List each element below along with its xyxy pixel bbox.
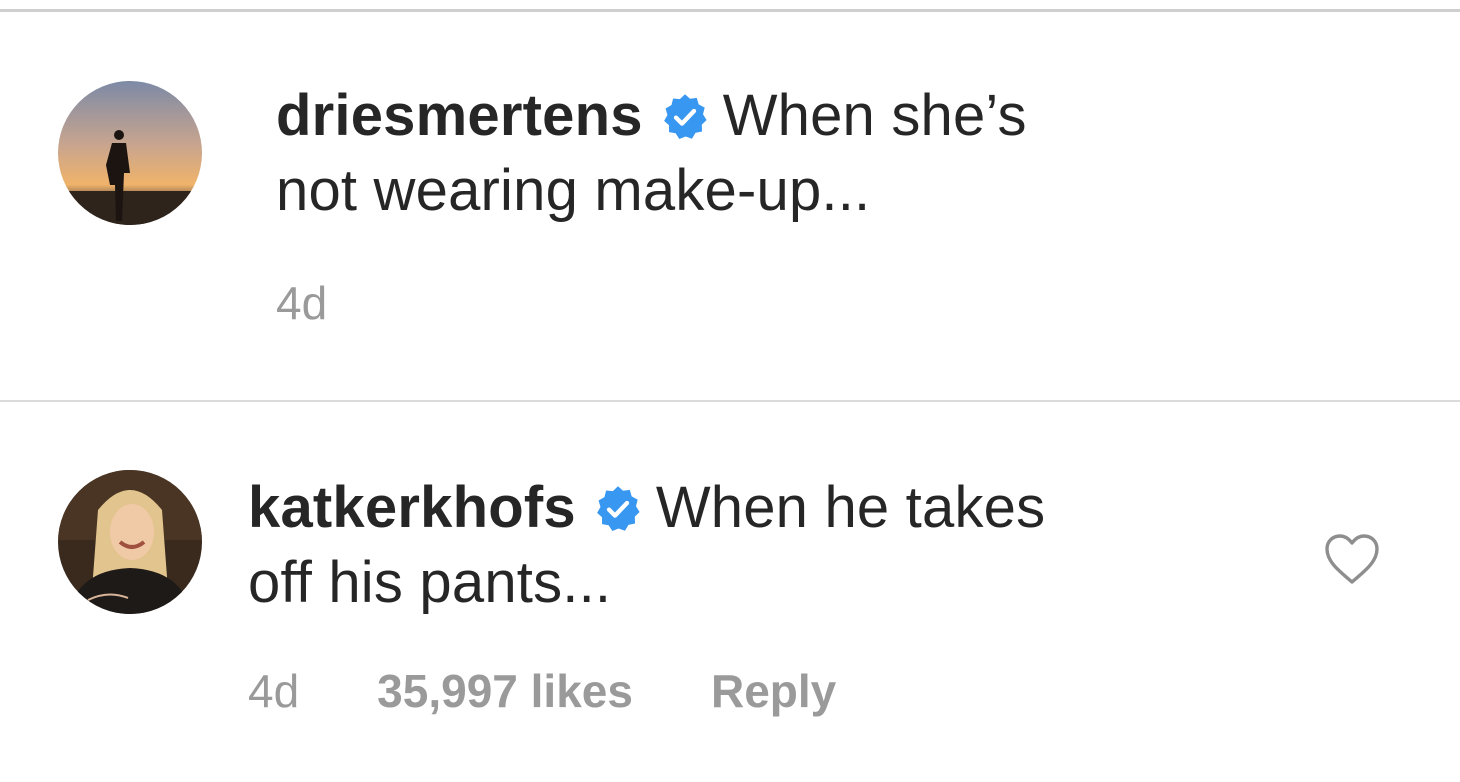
comment-text-line1: When he takes	[655, 475, 1046, 540]
heart-outline-icon[interactable]	[1322, 532, 1382, 586]
verified-badge-icon	[594, 485, 642, 533]
sunset-silhouette-avatar	[58, 81, 202, 225]
comment-item: driesmertens When she’s not wearing make-u…	[0, 12, 1460, 400]
comment-text-line1: When she’s	[722, 83, 1027, 148]
comment-meta: 4d 35,997 likes Reply	[248, 664, 836, 718]
username[interactable]: driesmertens	[276, 83, 643, 148]
comment-text: katkerkhofs When he takes off his pants...	[248, 470, 1045, 620]
comment-text-line2: not wearing make-up...	[276, 158, 871, 223]
user-avatar[interactable]	[58, 470, 202, 614]
woman-laughing-avatar	[58, 470, 202, 614]
timestamp[interactable]: 4d	[276, 277, 327, 329]
user-avatar[interactable]	[58, 81, 202, 225]
verified-badge-icon	[661, 93, 709, 141]
timestamp[interactable]: 4d	[248, 665, 299, 717]
comments-screen: driesmertens When she’s not wearing make-u…	[0, 0, 1460, 782]
reply-button[interactable]: Reply	[711, 665, 836, 717]
username[interactable]: katkerkhofs	[248, 475, 576, 540]
comment-meta: 4d	[276, 276, 327, 330]
comment-text-line2: off his pants...	[248, 550, 612, 615]
comment-item: katkerkhofs When he takes off his pants...…	[0, 402, 1460, 782]
likes-count[interactable]: 35,997 likes	[377, 665, 633, 717]
comment-text: driesmertens When she’s not wearing make-u…	[276, 78, 1027, 228]
